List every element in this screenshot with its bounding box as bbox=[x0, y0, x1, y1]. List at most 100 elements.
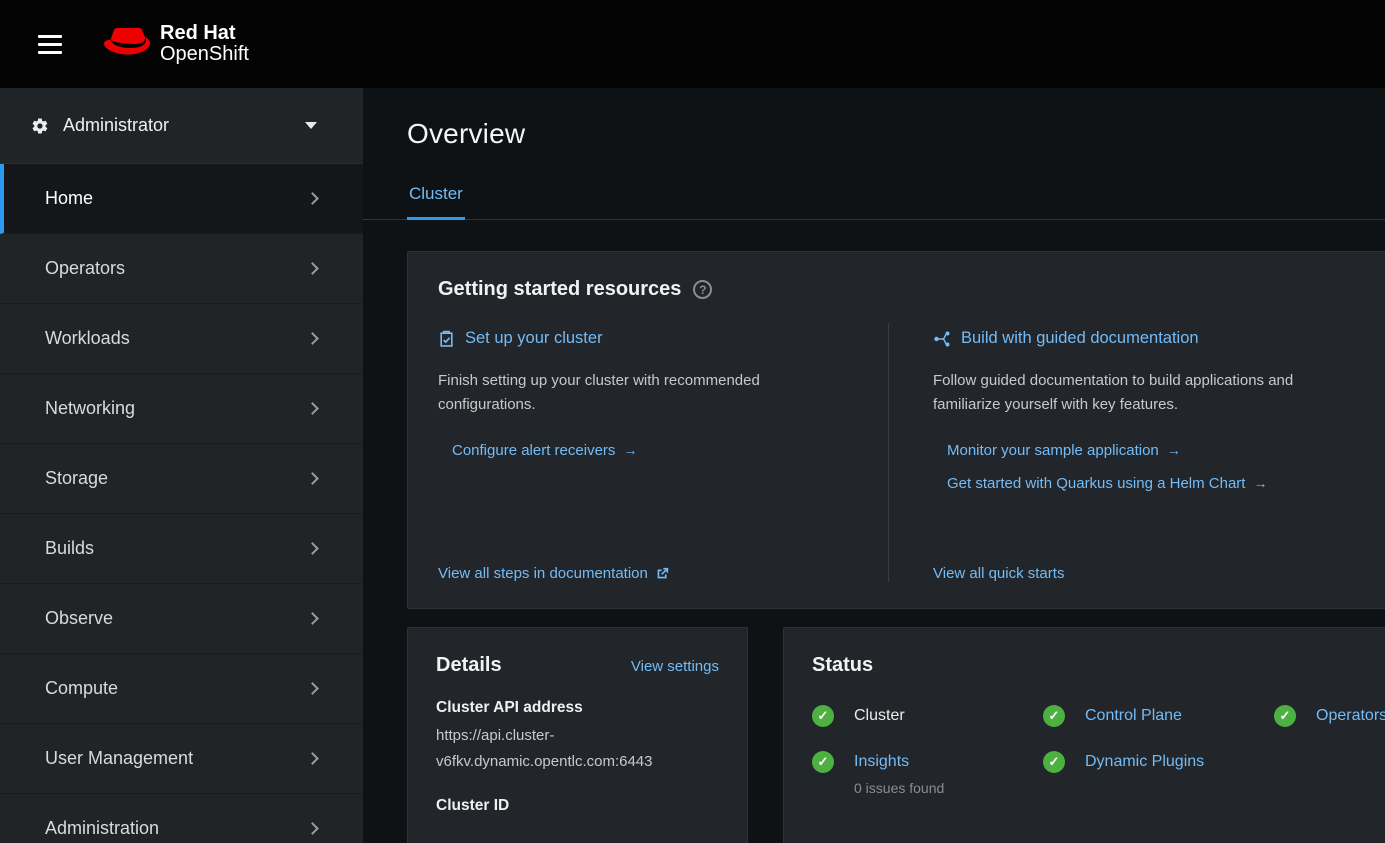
control-plane-link[interactable]: Control Plane bbox=[1085, 705, 1182, 727]
getting-started-title: Getting started resources bbox=[438, 278, 681, 301]
nav-list: Home Operators Workloads Networking Stor… bbox=[0, 164, 363, 843]
page-title: Overview bbox=[407, 118, 1385, 150]
configure-alert-receivers-link[interactable]: Configure alert receivers → bbox=[452, 442, 860, 459]
status-item-insights: ✓ Insights 0 issues found bbox=[812, 751, 1043, 796]
sidebar-item-networking[interactable]: Networking bbox=[0, 374, 363, 444]
chevron-right-icon bbox=[306, 332, 319, 345]
sidebar-item-observe[interactable]: Observe bbox=[0, 584, 363, 654]
link-label: Configure alert receivers bbox=[452, 442, 615, 459]
tabs-bar: Cluster bbox=[363, 178, 1385, 220]
gear-icon bbox=[31, 117, 49, 135]
details-title: Details bbox=[436, 654, 502, 677]
getting-started-column-guided: Build with guided documentation Follow g… bbox=[888, 323, 1385, 582]
getting-started-card: Getting started resources ? Set bbox=[407, 251, 1385, 609]
sidebar-item-builds[interactable]: Builds bbox=[0, 514, 363, 584]
field-label: Cluster API address bbox=[436, 699, 719, 717]
brand-line1: Red Hat bbox=[160, 23, 249, 44]
perspective-switcher[interactable]: Administrator bbox=[0, 88, 363, 164]
caret-down-icon bbox=[305, 122, 317, 129]
field-label: Cluster ID bbox=[436, 797, 719, 815]
link-label: View all quick starts bbox=[933, 565, 1064, 582]
sidebar-item-operators[interactable]: Operators bbox=[0, 234, 363, 304]
sidebar-item-administration[interactable]: Administration bbox=[0, 794, 363, 843]
nav-toggle-button[interactable] bbox=[32, 24, 68, 65]
status-grid: ✓ Cluster ✓ Control Plane ✓ Operators bbox=[812, 705, 1385, 796]
nav-item-label: Administration bbox=[45, 818, 159, 839]
status-title: Status bbox=[812, 654, 873, 677]
chevron-right-icon bbox=[306, 542, 319, 555]
chevron-right-icon bbox=[306, 682, 319, 695]
arrow-right-icon: → bbox=[1167, 442, 1181, 458]
brand-logo: Red Hat OpenShift bbox=[104, 23, 249, 65]
dynamic-plugins-link[interactable]: Dynamic Plugins bbox=[1085, 751, 1204, 773]
details-card: Details View settings Cluster API addres… bbox=[407, 627, 748, 843]
redhat-fedora-icon bbox=[104, 27, 150, 61]
setup-cluster-description: Finish setting up your cluster with reco… bbox=[438, 369, 823, 417]
monitor-sample-application-link[interactable]: Monitor your sample application → bbox=[947, 442, 1385, 459]
guided-documentation-description: Follow guided documentation to build app… bbox=[933, 369, 1318, 417]
view-all-quick-starts-link[interactable]: View all quick starts bbox=[933, 565, 1385, 582]
sidebar-item-compute[interactable]: Compute bbox=[0, 654, 363, 724]
help-icon[interactable]: ? bbox=[693, 280, 712, 299]
cluster-api-address-field: Cluster API address https://api.cluster-… bbox=[436, 699, 719, 775]
nav-item-label: Observe bbox=[45, 608, 113, 629]
status-item-operators: ✓ Operators bbox=[1274, 705, 1385, 727]
success-check-icon: ✓ bbox=[812, 751, 834, 773]
status-card: Status View alerts ✓ Cluster ✓ Control P… bbox=[783, 627, 1385, 843]
link-label: Monitor your sample application bbox=[947, 442, 1159, 459]
success-check-icon: ✓ bbox=[1043, 751, 1065, 773]
chevron-right-icon bbox=[306, 262, 319, 275]
view-settings-link[interactable]: View settings bbox=[631, 658, 719, 675]
guided-documentation-link[interactable]: Build with guided documentation bbox=[933, 329, 1385, 348]
sidebar-item-home[interactable]: Home bbox=[0, 164, 363, 234]
brand-line2: OpenShift bbox=[160, 44, 249, 65]
cluster-api-address-value: https://api.cluster-v6fkv.dynamic.opentl… bbox=[436, 723, 719, 775]
cluster-id-field: Cluster ID bbox=[436, 797, 719, 815]
nav-item-label: Operators bbox=[45, 258, 125, 279]
getting-started-column-setup: Set up your cluster Finish setting up yo… bbox=[408, 323, 888, 582]
perspective-label: Administrator bbox=[63, 115, 169, 136]
setup-cluster-link[interactable]: Set up your cluster bbox=[438, 329, 860, 348]
sidebar-item-storage[interactable]: Storage bbox=[0, 444, 363, 514]
view-all-steps-link[interactable]: View all steps in documentation bbox=[438, 565, 860, 582]
chevron-right-icon bbox=[306, 612, 319, 625]
nav-item-label: Home bbox=[45, 188, 93, 209]
success-check-icon: ✓ bbox=[1043, 705, 1065, 727]
status-label: Cluster bbox=[854, 705, 905, 727]
nav-item-label: User Management bbox=[45, 748, 193, 769]
link-label: Get started with Quarkus using a Helm Ch… bbox=[947, 475, 1245, 492]
chevron-right-icon bbox=[306, 822, 319, 835]
help-glyph: ? bbox=[699, 283, 706, 297]
quarkus-helm-chart-link[interactable]: Get started with Quarkus using a Helm Ch… bbox=[947, 475, 1385, 492]
status-item-dynamic-plugins: ✓ Dynamic Plugins bbox=[1043, 751, 1274, 796]
tab-cluster[interactable]: Cluster bbox=[407, 178, 465, 220]
setup-cluster-heading: Set up your cluster bbox=[465, 329, 603, 348]
status-item-cluster: ✓ Cluster bbox=[812, 705, 1043, 727]
nav-item-label: Workloads bbox=[45, 328, 130, 349]
status-item-control-plane: ✓ Control Plane bbox=[1043, 705, 1274, 727]
app-window: Red Hat OpenShift Administrator Home Ope… bbox=[0, 0, 1385, 843]
guided-documentation-heading: Build with guided documentation bbox=[961, 329, 1199, 348]
link-label: View all steps in documentation bbox=[438, 565, 648, 582]
chevron-right-icon bbox=[306, 472, 319, 485]
success-check-icon: ✓ bbox=[812, 705, 834, 727]
insights-issues-count: 0 issues found bbox=[854, 780, 944, 796]
operators-link[interactable]: Operators bbox=[1316, 705, 1385, 727]
chevron-right-icon bbox=[306, 402, 319, 415]
masthead: Red Hat OpenShift bbox=[0, 0, 1385, 88]
success-check-icon: ✓ bbox=[1274, 705, 1296, 727]
arrow-right-icon: → bbox=[623, 442, 637, 458]
sidebar-item-user-management[interactable]: User Management bbox=[0, 724, 363, 794]
nav-item-label: Builds bbox=[45, 538, 94, 559]
checklist-icon bbox=[438, 330, 455, 347]
chevron-right-icon bbox=[306, 192, 319, 205]
arrow-right-icon: → bbox=[1253, 475, 1267, 491]
chevron-right-icon bbox=[306, 752, 319, 765]
sidebar-nav: Administrator Home Operators Workloads N… bbox=[0, 88, 363, 843]
guided-docs-icon bbox=[933, 330, 951, 348]
nav-item-label: Storage bbox=[45, 468, 108, 489]
nav-item-label: Networking bbox=[45, 398, 135, 419]
nav-item-label: Compute bbox=[45, 678, 118, 699]
sidebar-item-workloads[interactable]: Workloads bbox=[0, 304, 363, 374]
insights-link[interactable]: Insights bbox=[854, 753, 909, 770]
